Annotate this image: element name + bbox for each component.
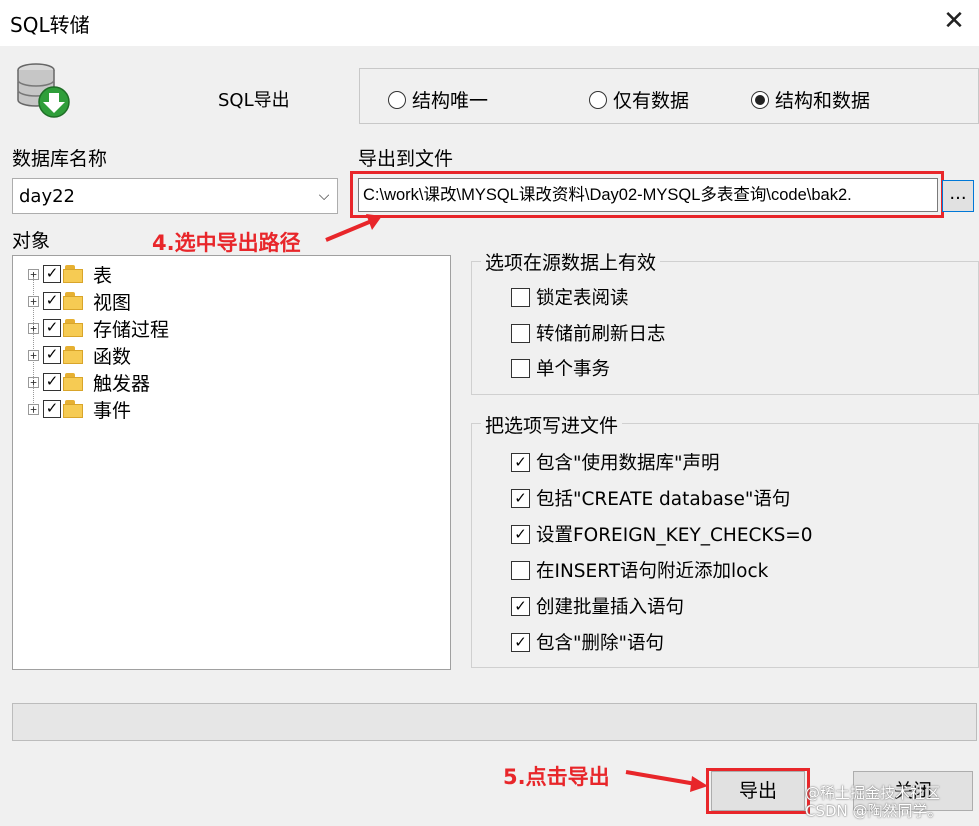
folder-icon (63, 400, 85, 418)
option-label: 包含"删除"语句 (536, 633, 665, 654)
source-options-title: 选项在源数据上有效 (481, 248, 661, 275)
path-highlight-box (350, 171, 944, 218)
tree-item-label: 存储过程 (93, 318, 170, 341)
checkbox-checked[interactable]: ✓ (511, 596, 530, 616)
radio-structure-and-data[interactable]: 结构和数据 (751, 86, 870, 113)
expand-icon[interactable]: + (28, 403, 39, 415)
option-label: 设置FOREIGN_KEY_CHECKS=0 (536, 525, 813, 546)
database-download-icon (17, 63, 70, 118)
expand-icon[interactable]: + (28, 268, 39, 280)
expand-icon[interactable]: + (28, 349, 39, 361)
annotation-arrow-icon (625, 770, 708, 792)
checkbox-checked[interactable]: ✓ (511, 452, 530, 472)
tree-item-views[interactable]: + ✓ 视图 (28, 289, 132, 314)
sql-export-label: SQL导出 (218, 90, 290, 111)
objects-label: 对象 (12, 230, 51, 252)
output-file-label: 导出到文件 (358, 148, 454, 170)
chevron-down-icon[interactable]: ⌵ (311, 188, 337, 204)
checkbox-checked[interactable]: ✓ (43, 292, 61, 310)
option-label: 单个事务 (536, 359, 611, 380)
radio-label: 结构唯一 (412, 90, 489, 112)
tree-item-label: 触发器 (93, 372, 151, 395)
database-select-value: day22 (19, 185, 76, 207)
option-label: 包括"CREATE database"语句 (536, 489, 791, 510)
checkbox-checked[interactable]: ✓ (511, 488, 530, 508)
option-bulk-insert[interactable]: ✓ 创建批量插入语句 (511, 593, 684, 619)
checkbox-checked[interactable]: ✓ (43, 373, 61, 391)
option-label: 包含"使用数据库"声明 (536, 453, 720, 474)
checkbox-checked[interactable]: ✓ (43, 400, 61, 418)
tree-item-label: 函数 (93, 345, 132, 368)
tree-item-label: 事件 (93, 399, 132, 422)
tree-item-label: 视图 (93, 291, 132, 314)
folder-icon (63, 319, 85, 337)
tree-item-label: 表 (93, 264, 113, 287)
option-drop-statements[interactable]: ✓ 包含"删除"语句 (511, 629, 664, 655)
database-name-label: 数据库名称 (12, 148, 108, 170)
title-bar (0, 0, 979, 46)
annotation-step4: 4.选中导出路径 (152, 231, 301, 255)
annotation-arrow-icon (325, 214, 382, 242)
checkbox[interactable] (511, 287, 530, 307)
radio-label: 仅有数据 (613, 90, 690, 112)
database-select[interactable]: day22 ⌵ (12, 178, 338, 214)
checkbox-checked[interactable]: ✓ (43, 346, 61, 364)
radio-label: 结构和数据 (775, 90, 871, 112)
window-title: SQL转储 (10, 13, 90, 37)
checkbox[interactable] (511, 323, 530, 343)
option-label: 锁定表阅读 (536, 288, 629, 309)
option-use-database[interactable]: ✓ 包含"使用数据库"声明 (511, 449, 720, 475)
radio-button-selected[interactable] (751, 90, 769, 109)
option-single-transaction[interactable]: 单个事务 (511, 355, 610, 381)
folder-icon (63, 346, 85, 364)
folder-icon (63, 265, 85, 283)
expand-icon[interactable]: + (28, 376, 39, 388)
option-label: 在INSERT语句附近添加lock (536, 561, 769, 582)
watermark-line2: CSDN @陶然同学。 (805, 802, 943, 820)
checkbox-checked[interactable]: ✓ (511, 524, 530, 544)
folder-icon (63, 292, 85, 310)
expand-icon[interactable]: + (28, 295, 39, 307)
tree-item-tables[interactable]: + ✓ 表 (28, 262, 113, 287)
browse-button[interactable]: ... (942, 180, 974, 212)
export-highlight-box (706, 768, 810, 814)
checkbox[interactable] (511, 560, 530, 580)
radio-button[interactable] (589, 90, 607, 109)
checkbox[interactable] (511, 358, 530, 378)
expand-icon[interactable]: + (28, 322, 39, 334)
tree-item-triggers[interactable]: + ✓ 触发器 (28, 370, 151, 395)
close-window-icon[interactable]: ✕ (937, 4, 971, 38)
progress-bar (12, 703, 977, 741)
option-flush-logs[interactable]: 转储前刷新日志 (511, 320, 666, 346)
checkbox-checked[interactable]: ✓ (43, 265, 61, 283)
tree-item-procedures[interactable]: + ✓ 存储过程 (28, 316, 170, 341)
option-create-database[interactable]: ✓ 包括"CREATE database"语句 (511, 485, 790, 511)
option-label: 转储前刷新日志 (536, 324, 666, 345)
option-foreign-key-checks[interactable]: ✓ 设置FOREIGN_KEY_CHECKS=0 (511, 521, 813, 547)
option-label: 创建批量插入语句 (536, 597, 685, 618)
folder-icon (63, 373, 85, 391)
tree-item-events[interactable]: + ✓ 事件 (28, 397, 132, 422)
file-options-title: 把选项写进文件 (481, 411, 623, 438)
option-lock-tables[interactable]: 锁定表阅读 (511, 284, 629, 310)
radio-structure-only[interactable]: 结构唯一 (388, 86, 488, 113)
radio-data-only[interactable]: 仅有数据 (589, 86, 689, 113)
tree-item-functions[interactable]: + ✓ 函数 (28, 343, 132, 368)
radio-button[interactable] (388, 90, 406, 109)
checkbox-checked[interactable]: ✓ (43, 319, 61, 337)
option-insert-lock[interactable]: 在INSERT语句附近添加lock (511, 557, 768, 583)
checkbox-checked[interactable]: ✓ (511, 632, 530, 652)
annotation-step5: 5.点击导出 (503, 765, 610, 789)
